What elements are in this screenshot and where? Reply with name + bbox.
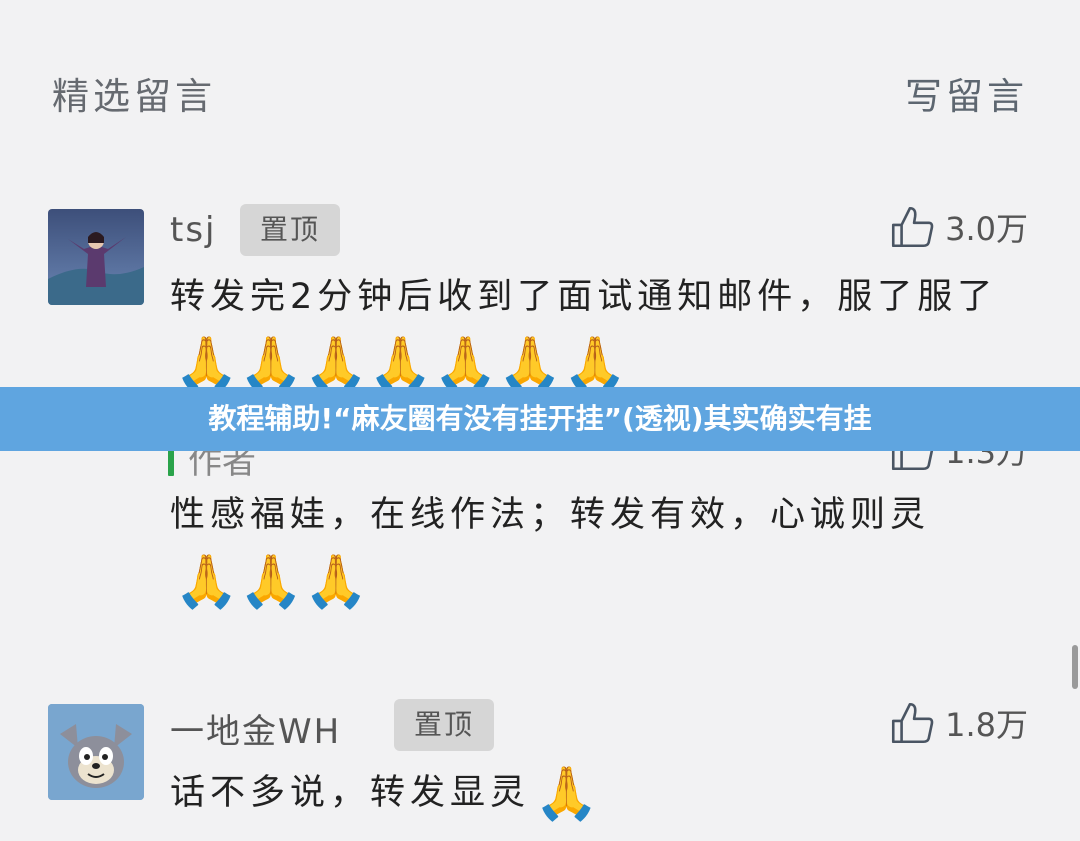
avatar[interactable] bbox=[48, 704, 144, 800]
comment-text: 话不多说，转发显灵🙏 bbox=[170, 760, 1030, 826]
comment-author[interactable]: tsj bbox=[170, 210, 217, 250]
pinned-badge: 置顶 bbox=[394, 699, 495, 751]
like-button[interactable]: 1.8万 bbox=[887, 698, 1028, 748]
scrollbar[interactable] bbox=[1072, 645, 1078, 689]
pinned-badge: 置顶 bbox=[240, 204, 341, 256]
pray-emoji: 🙏🙏🙏 bbox=[174, 552, 369, 612]
thumbs-up-icon bbox=[892, 206, 934, 248]
comment-body: 话不多说，转发显灵 bbox=[170, 773, 531, 813]
comment-text: 转发完2分钟后收到了面试通知邮件，服了服了 🙏🙏🙏🙏🙏🙏🙏 bbox=[170, 264, 1030, 396]
like-count: 3.0万 bbox=[945, 210, 1028, 248]
pray-emoji: 🙏🙏🙏🙏🙏🙏🙏 bbox=[174, 334, 628, 394]
comment-body: 转发完2分钟后收到了面试通知邮件，服了服了 bbox=[170, 277, 998, 317]
like-count: 1.8万 bbox=[945, 706, 1028, 744]
author-reply-text: 性感福娃，在线作法；转发有效，心诚则灵 🙏🙏🙏 bbox=[170, 482, 1030, 614]
reply-body: 性感福娃，在线作法；转发有效，心诚则灵 bbox=[170, 495, 931, 535]
write-comment-link[interactable]: 写留言 bbox=[905, 66, 1028, 120]
section-title: 精选留言 bbox=[52, 75, 216, 118]
like-button[interactable]: 3.0万 bbox=[887, 202, 1028, 252]
thumbs-up-icon bbox=[892, 702, 934, 744]
avatar[interactable] bbox=[48, 209, 144, 305]
comment-author[interactable]: 一地金WH bbox=[170, 704, 341, 753]
overlay-banner[interactable]: 教程辅助!“麻友圈有没有挂开挂”(透视)其实确实有挂 bbox=[0, 387, 1080, 451]
pray-emoji: 🙏 bbox=[534, 764, 599, 824]
